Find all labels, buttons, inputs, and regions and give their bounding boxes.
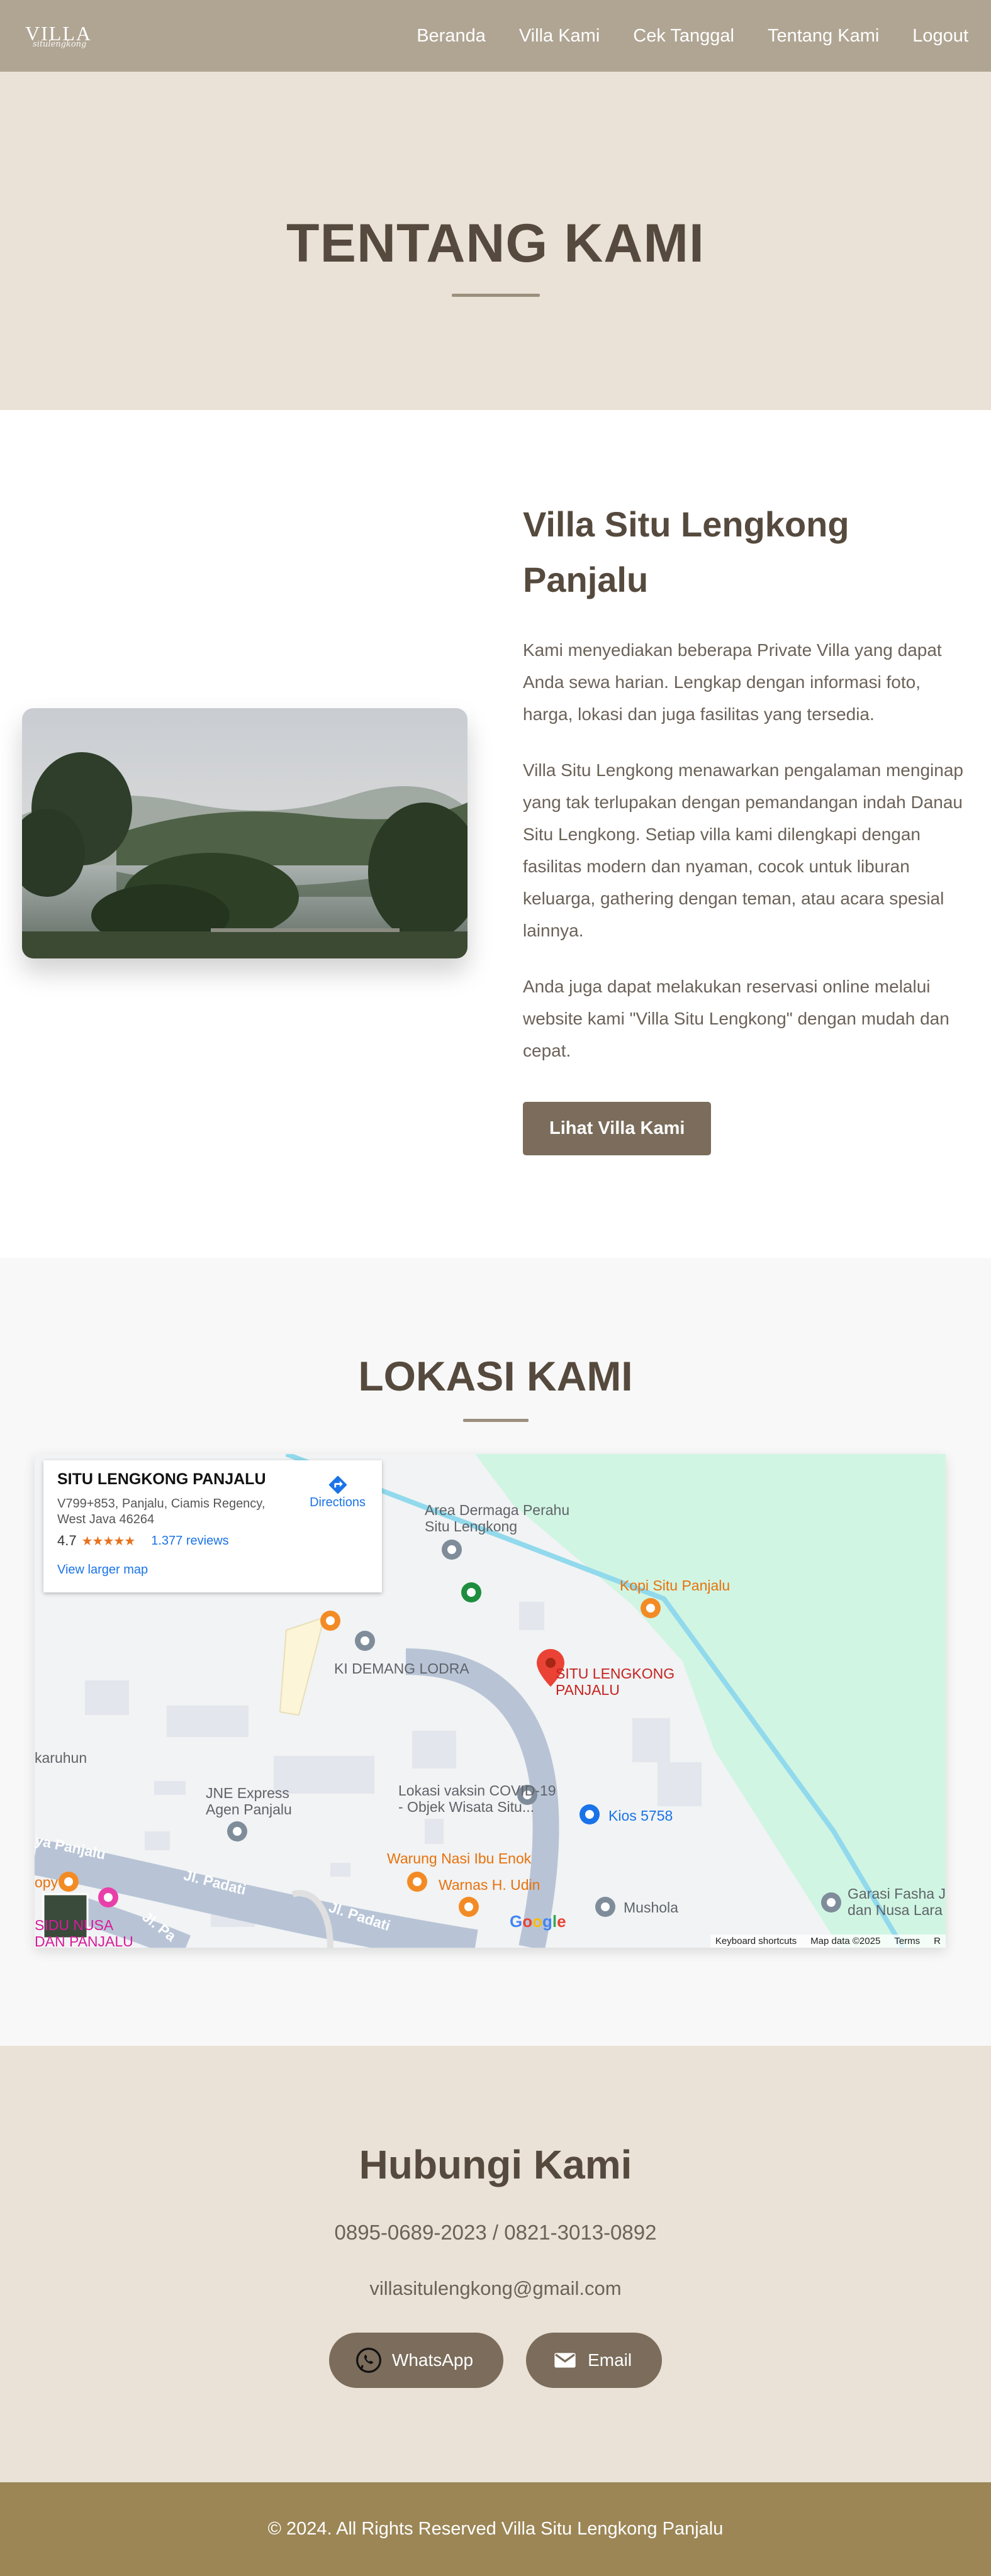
map-label-warnas: Warnas H. Udin [439,1877,540,1893]
title-divider [462,1419,529,1422]
about-paragraph: Kami menyediakan beberapa Private Villa … [523,640,942,724]
google-map-embed[interactable]: Area Dermaga Perahu Situ Lengkong Kopi S… [35,1454,946,1948]
keyboard-shortcuts-link[interactable]: Keyboard shortcuts [715,1936,797,1946]
google-logo: Google [510,1912,566,1931]
hero-section: TENTANG KAMI [0,72,991,410]
navbar: VILLA situlengkong Beranda Villa Kami Ce… [0,0,991,72]
contact-section: Hubungi Kami 0895-0689-2023 / 0821-3013-… [0,2046,991,2482]
email-icon [554,2353,576,2368]
map-label-demang: KI DEMANG LODRA [334,1660,469,1677]
view-larger-map-link[interactable]: View larger map [57,1563,368,1577]
lake-photo [22,708,468,958]
map-label-garasi: Garasi Fasha J dan Nusa Lara [848,1885,946,1918]
map-data-credit: Map data ©2025 [810,1936,881,1946]
logo-sub-text: situlengkong [33,39,87,49]
map-label-warung: Warung Nasi Ibu Enok [387,1850,532,1867]
copyright-text: © 2024. All Rights Reserved Villa Situ L… [267,2519,724,2539]
email-label: Email [588,2350,632,2370]
about-paragraph: Anda juga dapat melakukan reservasi onli… [523,977,949,1060]
map-label-opy: opy [35,1874,59,1890]
rating-stars-icon: ★★★★★ [81,1534,136,1548]
map-label-situ-lengkong: SITU LENGKONG PANJALU [556,1665,675,1698]
view-villas-button[interactable]: Lihat Villa Kami [523,1102,712,1155]
nav-link-cek-tanggal[interactable]: Cek Tanggal [633,26,734,47]
terms-link[interactable]: Terms [894,1936,920,1946]
map-label-jne: JNE Express Agen Panjalu [206,1785,292,1818]
contact-buttons: WhatsApp Email [328,2333,663,2388]
directions-label: Directions [310,1496,366,1509]
map-label-karuhun: karuhun [35,1750,87,1766]
nav-link-tentang-kami[interactable]: Tentang Kami [768,26,879,47]
map-footer: Keyboard shortcuts Map data ©2025 Terms … [710,1935,946,1948]
map-rating: 4.7 ★★★★★ 1.377 reviews [57,1533,368,1549]
title-divider [451,294,540,297]
directions-icon [328,1475,347,1494]
map-label-mushola: Mushola [624,1899,678,1916]
map-info-card: SITU LENGKONG PANJALU V799+853, Panjalu,… [43,1460,382,1592]
reviews-link[interactable]: 1.377 reviews [151,1534,228,1548]
brand-logo[interactable]: VILLA situlengkong [25,23,92,49]
whatsapp-label: WhatsApp [391,2350,474,2370]
map-label-kopi: Kopi Situ Panjalu [620,1577,731,1594]
nav-link-beranda[interactable]: Beranda [417,26,486,47]
about-title: Villa Situ Lengkong Panjalu [523,504,849,599]
location-title: LOKASI KAMI [358,1353,633,1399]
map-label-nusa: SIDU NUSA DAN PANJALU [35,1917,133,1948]
contact-phone: 0895-0689-2023 / 0821-3013-0892 [334,2221,657,2244]
nav-menu: Beranda Villa Kami Cek Tanggal Tentang K… [383,26,968,47]
map-label-dermaga: Area Dermaga Perahu Situ Lengkong [425,1502,570,1535]
map-label-vaksin: Lokasi vaksin COVID-19 - Objek Wisata Si… [398,1782,556,1815]
email-button[interactable]: Email [526,2333,663,2388]
about-content: Villa Situ Lengkong Panjalu Kami menyedi… [523,497,970,1155]
map-place-address: V799+853, Panjalu, Ciamis Regency, West … [57,1497,266,1526]
nav-link-villa-kami[interactable]: Villa Kami [519,26,600,47]
contact-email: villasitulengkong@gmail.com [369,2277,622,2299]
nav-link-logout[interactable]: Logout [912,26,968,47]
whatsapp-icon [356,2348,381,2373]
whatsapp-button[interactable]: WhatsApp [328,2333,504,2388]
about-section: Villa Situ Lengkong Panjalu Kami menyedi… [0,410,991,1258]
directions-button[interactable]: Directions [310,1474,366,1510]
page-footer: © 2024. All Rights Reserved Villa Situ L… [0,2482,991,2576]
report-link[interactable]: R [934,1936,941,1946]
rating-value: 4.7 [57,1533,77,1548]
location-section: LOKASI KAMI Area Dermaga Perahu Situ Len… [0,1258,991,2046]
contact-title: Hubungi Kami [359,2142,632,2187]
page-title: TENTANG KAMI [286,213,705,274]
about-paragraph: Villa Situ Lengkong menawarkan pengalama… [523,760,963,940]
map-label-kios: Kios 5758 [608,1807,673,1824]
